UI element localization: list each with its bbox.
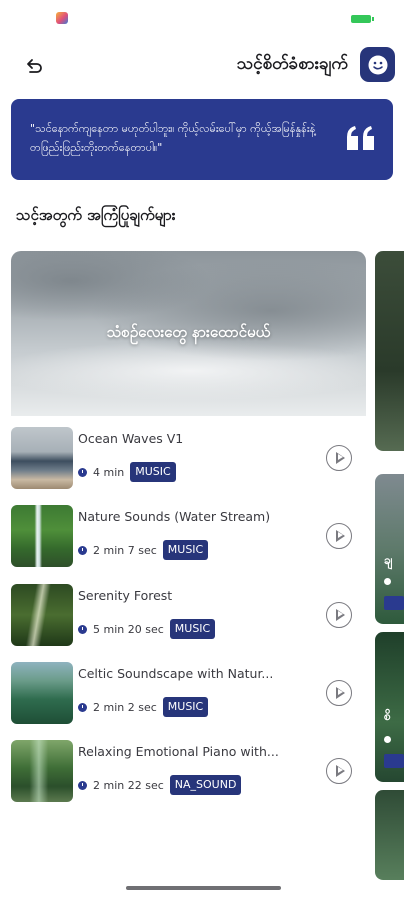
- clock-icon: [78, 702, 87, 712]
- clock-icon: [78, 780, 87, 790]
- track-tag: MUSIC: [162, 540, 209, 560]
- page-title: သင့်စိတ်ခံစားချက်: [236, 54, 348, 74]
- play-icon: [336, 765, 345, 777]
- tag-badge: [384, 596, 404, 610]
- track-row[interactable]: Serenity Forest 5 min 20 sec MUSIC: [11, 584, 366, 646]
- quote-card: "သင်နောက်ကျနေတာ မဟုတ်ပါဘူး။ ကိုယ့်လမ်းပေ…: [11, 99, 393, 180]
- clock-icon: [384, 578, 391, 585]
- track-duration: 4 min: [93, 465, 125, 479]
- next-card-title-fragment: စိ: [384, 709, 391, 723]
- track-meta: 2 min 22 sec NA_SOUND: [78, 774, 242, 796]
- track-row[interactable]: Relaxing Emotional Piano with... 2 min 2…: [11, 740, 366, 802]
- track-meta: 2 min 7 sec MUSIC: [78, 539, 209, 561]
- track-duration: 2 min 7 sec: [93, 543, 157, 557]
- track-title: Ocean Waves V1: [78, 431, 184, 446]
- battery-icon: [351, 15, 374, 23]
- track-title: Celtic Soundscape with Natur...: [78, 666, 274, 681]
- featured-playlist-card[interactable]: သံစဥ်လေးတွေ နားထောင်မယ်: [11, 251, 366, 416]
- play-button[interactable]: [326, 758, 352, 784]
- track-row[interactable]: Nature Sounds (Water Stream) 2 min 7 sec…: [11, 505, 366, 567]
- back-arrow-icon: [27, 59, 42, 73]
- clock-icon: [78, 624, 87, 634]
- play-icon: [336, 687, 345, 699]
- play-icon: [336, 530, 345, 542]
- featured-title: သံစဥ်လေးတွေ နားထောင်မယ်: [106, 323, 271, 341]
- track-thumbnail: [11, 505, 73, 567]
- track-meta: 2 min 2 sec MUSIC: [78, 696, 209, 718]
- track-row[interactable]: Ocean Waves V1 4 min MUSIC: [11, 427, 366, 489]
- next-card-preview[interactable]: [375, 251, 404, 451]
- track-duration: 5 min 20 sec: [93, 622, 164, 636]
- mood-avatar-button[interactable]: [360, 47, 395, 82]
- next-card-title-fragment: ချ: [384, 553, 393, 567]
- play-button[interactable]: [326, 680, 352, 706]
- clock-icon: [384, 736, 391, 743]
- play-icon: [336, 452, 345, 464]
- track-title: Serenity Forest: [78, 588, 173, 603]
- quote-text: "သင်နောက်ကျနေတာ မဟုတ်ပါဘူး။ ကိုယ့်လမ်းပေ…: [30, 122, 316, 154]
- smiley-face-icon: [368, 55, 387, 74]
- track-tag: NA_SOUND: [169, 775, 242, 795]
- quote-icon: [347, 126, 374, 150]
- photos-app-icon: [56, 12, 68, 24]
- track-thumbnail: [11, 584, 73, 646]
- track-row[interactable]: Celtic Soundscape with Natur... 2 min 2 …: [11, 662, 366, 724]
- track-tag: MUSIC: [162, 697, 209, 717]
- play-button[interactable]: [326, 602, 352, 628]
- status-bar: [0, 0, 404, 36]
- track-meta: 5 min 20 sec MUSIC: [78, 618, 216, 640]
- track-thumbnail: [11, 662, 73, 724]
- track-title: Nature Sounds (Water Stream): [78, 509, 271, 524]
- track-tag: MUSIC: [169, 619, 216, 639]
- next-card-preview[interactable]: ချ: [375, 474, 404, 624]
- track-meta: 4 min MUSIC: [78, 461, 176, 483]
- section-title: သင့်အတွက် အကြံပြုချက်များ: [16, 206, 176, 224]
- track-duration: 2 min 22 sec: [93, 778, 164, 792]
- track-thumbnail: [11, 427, 73, 489]
- play-button[interactable]: [326, 523, 352, 549]
- track-duration: 2 min 2 sec: [93, 700, 157, 714]
- track-title: Relaxing Emotional Piano with...: [78, 744, 279, 759]
- back-button[interactable]: [20, 52, 48, 80]
- play-icon: [336, 609, 345, 621]
- next-card-preview[interactable]: စိ: [375, 632, 404, 782]
- track-tag: MUSIC: [130, 462, 176, 482]
- track-thumbnail: [11, 740, 73, 802]
- clock-icon: [78, 545, 87, 555]
- tag-badge: [384, 754, 404, 768]
- home-indicator[interactable]: [126, 886, 281, 890]
- play-button[interactable]: [326, 445, 352, 471]
- next-card-preview[interactable]: [375, 790, 404, 880]
- clock-icon: [78, 467, 87, 477]
